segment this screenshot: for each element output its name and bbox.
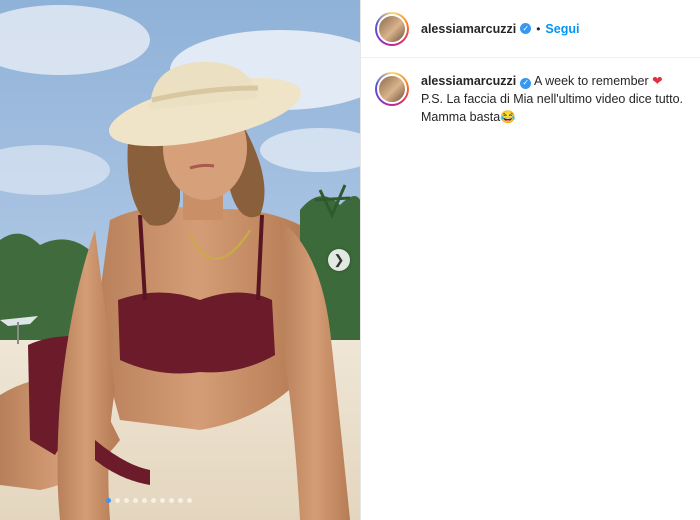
- caption-line-1: A week to remember: [534, 74, 649, 88]
- carousel-dot: [106, 498, 111, 503]
- verified-badge-icon: ✓: [520, 23, 532, 34]
- heart-emoji-icon: ❤: [652, 74, 663, 88]
- caption-text: alessiamarcuzzi ✓ A week to remember ❤ P.…: [421, 72, 683, 126]
- header-separator: •: [536, 21, 541, 36]
- carousel-dot: [187, 498, 192, 503]
- caption-author-avatar[interactable]: [375, 72, 409, 106]
- author-username[interactable]: alessiamarcuzzi: [421, 22, 516, 36]
- carousel-dot: [133, 498, 138, 503]
- chevron-right-icon: ❯: [333, 252, 345, 267]
- laughing-emoji-icon: 😂: [500, 110, 516, 124]
- carousel-dot: [124, 498, 129, 503]
- post-side-panel: alessiamarcuzzi ✓ • Segui alessiamarcuzz…: [360, 0, 700, 520]
- carousel-indicator: [106, 498, 192, 503]
- caption-line-3: Mamma basta: [421, 110, 501, 124]
- caption-line-2: P.S. La faccia di Mia nell'ultimo video …: [421, 92, 684, 106]
- carousel-dot: [151, 498, 156, 503]
- carousel-dot: [178, 498, 183, 503]
- carousel-dot: [169, 498, 174, 503]
- verified-badge-icon: ✓: [520, 77, 532, 89]
- author-avatar[interactable]: [375, 11, 409, 46]
- follow-button[interactable]: Segui: [545, 22, 579, 36]
- carousel-dot: [160, 498, 165, 503]
- carousel-dot: [142, 498, 147, 503]
- post-header: alessiamarcuzzi ✓ • Segui: [361, 0, 700, 58]
- carousel-next-button[interactable]: ❯: [328, 249, 350, 271]
- caption-username[interactable]: alessiamarcuzzi: [421, 74, 516, 88]
- carousel-dot: [115, 498, 120, 503]
- post-photo[interactable]: ❯: [0, 0, 360, 520]
- beach-photo: [0, 0, 360, 520]
- caption-block: alessiamarcuzzi ✓ A week to remember ❤ P.…: [361, 58, 700, 126]
- instagram-post-view: ❯ alessiamarcuzzi ✓ • Segui alessiamarcu…: [0, 0, 700, 520]
